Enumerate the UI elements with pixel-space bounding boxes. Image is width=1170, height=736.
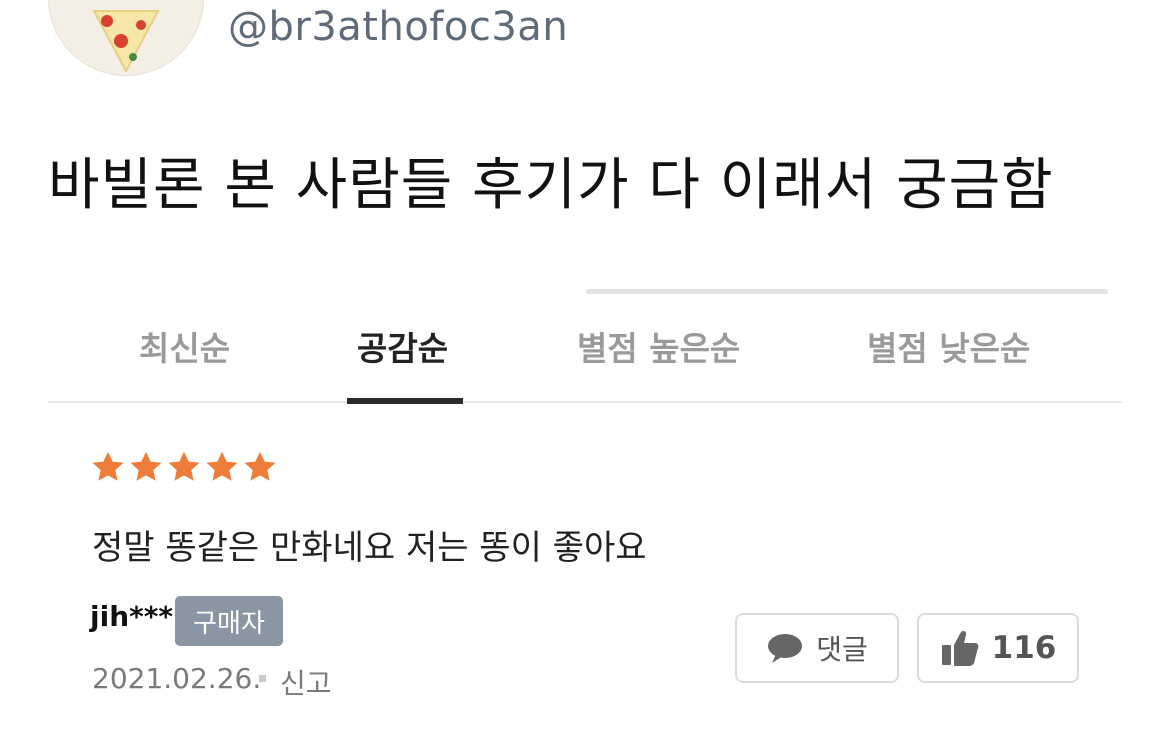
speech-bubble-icon — [768, 634, 803, 663]
star-icon — [168, 451, 200, 481]
like-count: 116 — [991, 630, 1057, 666]
review-date: 2021.02.26. — [92, 662, 262, 695]
tab-latest[interactable]: 최신순 — [139, 322, 230, 370]
tab-most-liked[interactable]: 공감순 — [357, 322, 448, 370]
tweet-text: 바빌론 본 사람들 후기가 다 이래서 궁금함 — [48, 153, 1054, 218]
star-icon — [206, 451, 238, 481]
tab-highest-rating[interactable]: 별점 높은순 — [577, 322, 740, 370]
like-button[interactable]: 116 — [917, 613, 1079, 683]
review-text: 정말 똥같은 만화네요 저는 똥이 좋아요 — [92, 528, 647, 568]
reviewer-username: jih*** — [90, 600, 174, 633]
report-link[interactable]: 신고 — [280, 662, 332, 702]
buyer-badge: 구매자 — [175, 596, 283, 646]
avatar[interactable] — [48, 0, 204, 76]
star-icon — [130, 451, 162, 481]
divider — [586, 289, 1108, 294]
separator-dot — [259, 675, 266, 682]
comment-button[interactable]: 댓글 — [735, 613, 899, 683]
star-rating — [90, 449, 278, 485]
tab-lowest-rating[interactable]: 별점 낮은순 — [867, 322, 1030, 370]
active-tab-indicator — [347, 398, 463, 404]
comment-button-label: 댓글 — [816, 633, 868, 666]
user-handle[interactable]: @br3athofoc3an — [228, 4, 568, 50]
tab-divider — [48, 401, 1122, 403]
star-icon — [244, 451, 276, 481]
thumbs-up-icon — [941, 631, 979, 666]
star-icon — [92, 451, 124, 481]
